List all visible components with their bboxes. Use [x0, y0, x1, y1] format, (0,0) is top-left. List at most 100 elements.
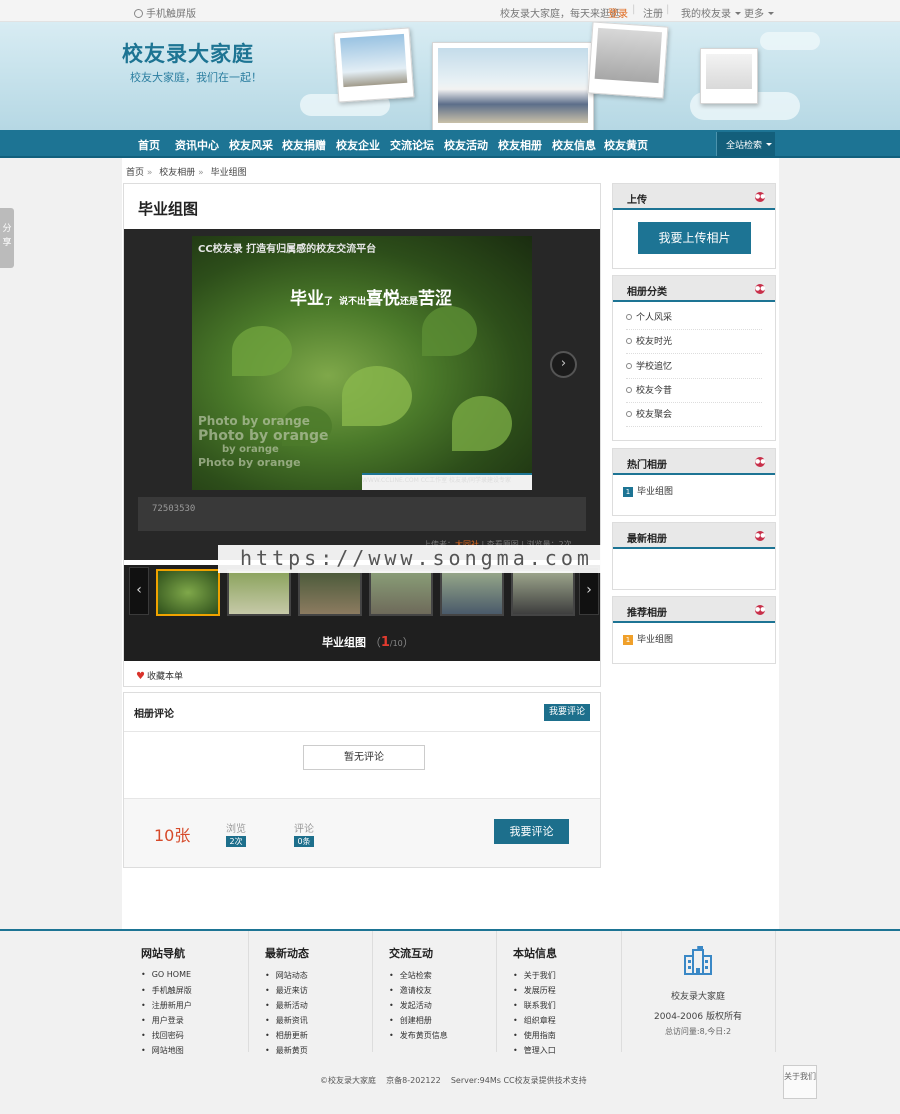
album-title: 毕业组图: [138, 200, 199, 218]
banner: 校友录大家庭 校友大家庭，我们在一起！: [0, 22, 900, 130]
bullet-icon: [626, 314, 632, 320]
breadcrumb-albums[interactable]: 校友相册: [159, 168, 195, 178]
hot-albums-heading: 热门相册 ●●: [613, 449, 775, 475]
building-icon: [684, 946, 712, 975]
site-search-menu[interactable]: 全站检索: [716, 132, 775, 156]
site-logo-title[interactable]: 校友录大家庭: [122, 38, 254, 68]
footer-col-nav: 网站导航 GO HOME 手机触屏版 注册新用户 用户登录 找回密码 网站地图: [141, 945, 192, 1060]
photo-count: 10张: [154, 826, 191, 845]
photo-footer-text: WWW.CCLINE.COM CC工作室 校友录/同学录建设专家: [362, 473, 532, 490]
footer-link[interactable]: 注册新用户: [141, 1000, 192, 1015]
category-heading: 相册分类 ●●: [613, 276, 775, 302]
footer-link[interactable]: 联系我们: [513, 1000, 557, 1015]
my-alumni-menu[interactable]: 我的校友录: [681, 5, 741, 20]
next-photo-button[interactable]: ›: [550, 351, 577, 378]
more-icon[interactable]: ●●: [755, 605, 765, 615]
nav-activities[interactable]: 校友活动: [444, 137, 488, 153]
footer-link[interactable]: 创建相册: [389, 1015, 448, 1030]
footer-site-info: 校友录大家庭 2004-2006 版权所有 总访问量:8,今日:2: [621, 931, 775, 1052]
more-icon[interactable]: ●●: [755, 531, 765, 541]
footer-link[interactable]: 最近来访: [265, 985, 309, 1000]
footer-link[interactable]: 最新活动: [265, 1000, 309, 1015]
about-us-button[interactable]: 关于我们: [783, 1065, 817, 1099]
site-slogan: 校友大家庭，我们在一起！: [130, 71, 262, 84]
thumbnail-4[interactable]: [369, 569, 433, 616]
nav-home[interactable]: 首页: [138, 137, 160, 153]
more-icon[interactable]: ●●: [755, 457, 765, 467]
breadcrumb-home[interactable]: 首页: [126, 168, 144, 178]
nav-donation[interactable]: 校友捐赠: [282, 137, 326, 153]
banner-photo: [587, 22, 669, 99]
post-comment-button[interactable]: 我要评论: [494, 819, 569, 844]
thumbnail-3[interactable]: [298, 569, 362, 616]
main-photo[interactable]: CC校友录 打造有归属感的校友交流平台 毕业了 说不出喜悦还是苦涩 Photo …: [192, 236, 532, 490]
footer-link[interactable]: 邀请校友: [389, 985, 448, 1000]
more-icon[interactable]: ●●: [755, 192, 765, 202]
write-comment-button[interactable]: 我要评论: [544, 704, 590, 721]
nav-forum[interactable]: 交流论坛: [390, 137, 434, 153]
chevron-down-icon: [766, 143, 773, 146]
footer-link[interactable]: 找回密码: [141, 1030, 192, 1045]
footer-link[interactable]: 手机触屏版: [141, 985, 192, 1000]
thumbs-prev-button[interactable]: ‹: [129, 567, 149, 615]
nav-enterprise[interactable]: 校友企业: [336, 137, 380, 153]
login-link[interactable]: 登录: [608, 5, 628, 20]
chevron-down-icon: [735, 12, 741, 15]
bullet-icon: [626, 411, 632, 417]
hot-album-item[interactable]: 1 毕业组图: [623, 484, 673, 497]
footer-link[interactable]: 发起活动: [389, 1000, 448, 1015]
breadcrumb: 首页 » 校友相册 » 毕业组图: [126, 168, 247, 178]
share-tab[interactable]: 分享: [0, 208, 14, 268]
category-item[interactable]: 学校追忆: [626, 355, 762, 379]
thumbnail-2[interactable]: [227, 569, 291, 616]
category-item[interactable]: 校友聚会: [626, 403, 762, 427]
footer-site-name: 校友录大家庭: [670, 992, 725, 1002]
comments-title: 相册评论: [134, 709, 174, 720]
thumbnail-6[interactable]: [511, 569, 575, 616]
chevron-right-icon: ›: [586, 582, 592, 598]
category-item[interactable]: 校友时光: [626, 330, 762, 354]
upload-heading: 上传 ●●: [613, 184, 775, 210]
favorite-link[interactable]: ♥ 收藏本单: [136, 669, 183, 682]
footer-link[interactable]: 最新黄页: [265, 1045, 309, 1060]
footer-link[interactable]: 用户登录: [141, 1015, 192, 1030]
nav-yellowpages[interactable]: 校友黄页: [604, 137, 648, 153]
footer-link[interactable]: 相册更新: [265, 1030, 309, 1045]
recommended-album-item[interactable]: 1 毕业组图: [623, 632, 673, 645]
category-item[interactable]: 校友今昔: [626, 379, 762, 403]
bullet-icon: [626, 387, 632, 393]
chevron-left-icon: ‹: [136, 582, 142, 598]
nav-news[interactable]: 资讯中心: [175, 137, 219, 153]
more-icon[interactable]: ●●: [755, 284, 765, 294]
footer-col-info: 本站信息 关于我们 发展历程 联系我们 组织章程 使用指南 管理入口: [513, 945, 557, 1060]
footer-link[interactable]: 全站检索: [389, 970, 448, 985]
footer-link[interactable]: 发布黄页信息: [389, 1030, 448, 1045]
footer-col-latest: 最新动态 网站动态 最近来访 最新活动 最新资讯 相册更新 最新黄页: [265, 945, 309, 1060]
category-item[interactable]: 个人风采: [626, 306, 762, 330]
banner-photo: [333, 27, 415, 103]
footer-link[interactable]: 管理入口: [513, 1045, 557, 1060]
banner-photo-group: [432, 42, 594, 130]
thumbnail-5[interactable]: [440, 569, 504, 616]
breadcrumb-current: 毕业组图: [210, 168, 247, 178]
upload-photo-button[interactable]: 我要上传相片: [638, 222, 751, 254]
thumbs-next-button[interactable]: ›: [579, 567, 599, 615]
latest-albums-heading: 最新相册 ●●: [613, 523, 775, 549]
more-menu[interactable]: 更多: [744, 5, 774, 20]
views-stat: 浏览 2次: [226, 824, 246, 847]
footer-link[interactable]: 发展历程: [513, 985, 557, 1000]
footer-link[interactable]: 使用指南: [513, 1030, 557, 1045]
footer-link[interactable]: 最新资讯: [265, 1015, 309, 1030]
nav-info[interactable]: 校友信息: [552, 137, 596, 153]
footer-link[interactable]: GO HOME: [141, 970, 192, 985]
nav-albums[interactable]: 校友相册: [498, 137, 542, 153]
footer-link[interactable]: 网站地图: [141, 1045, 192, 1060]
thumbnail-1[interactable]: [156, 569, 220, 616]
footer-link[interactable]: 关于我们: [513, 970, 557, 985]
mobile-version-link[interactable]: 手机触屏版: [134, 5, 196, 20]
footer-link[interactable]: 网站动态: [265, 970, 309, 985]
comments-stat: 评论 0条: [294, 824, 314, 847]
register-link[interactable]: 注册: [643, 5, 663, 20]
nav-alumni-style[interactable]: 校友风采: [229, 137, 273, 153]
footer-link[interactable]: 组织章程: [513, 1015, 557, 1030]
